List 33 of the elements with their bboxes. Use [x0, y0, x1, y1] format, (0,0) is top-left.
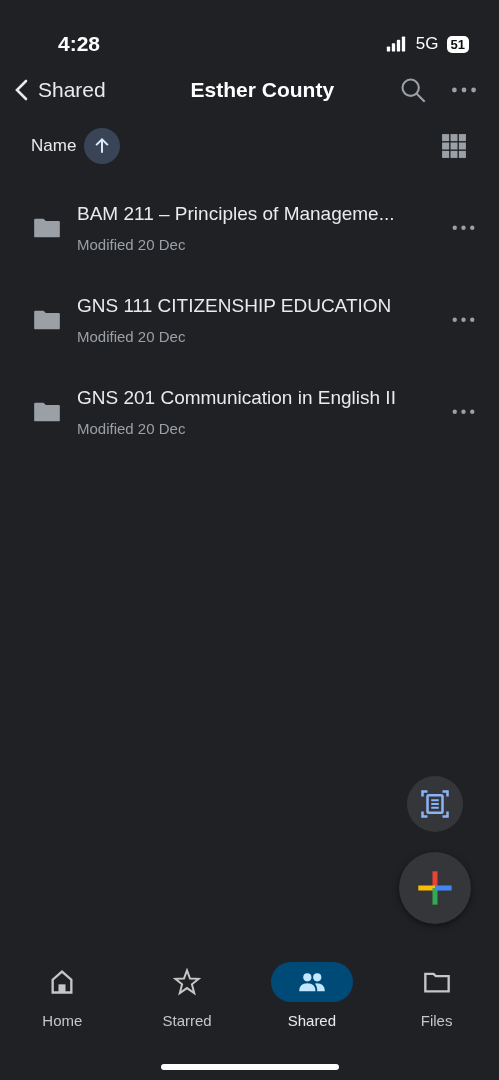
grid-view-button[interactable]	[441, 133, 467, 159]
screen-title: Esther County	[189, 77, 336, 104]
grid-icon	[441, 133, 467, 159]
sort-label: Name	[31, 135, 77, 158]
nav-tab[interactable]: Files	[374, 962, 499, 1052]
file-name[interactable]: BAM 211 – Principles of Manageme...	[77, 199, 444, 228]
scan-icon	[420, 789, 450, 819]
file-name[interactable]: GNS 201 Communication in English II	[77, 383, 444, 412]
more-icon	[452, 317, 475, 323]
modified-date: Modified 20 Dec	[77, 419, 187, 439]
scan-button[interactable]	[407, 776, 463, 832]
sort-direction-button[interactable]	[84, 128, 121, 164]
search-button[interactable]	[399, 76, 427, 104]
plus-icon	[415, 868, 455, 908]
nav-tab[interactable]: Shared	[249, 962, 374, 1052]
more-icon	[452, 225, 475, 231]
file-name[interactable]: GNS 111 CITIZENSHIP EDUCATION	[77, 291, 444, 320]
more-button[interactable]	[452, 317, 475, 323]
battery-level: 51	[446, 35, 469, 53]
status-time: 4:28	[58, 31, 101, 58]
modified-date: Modified 20 Dec	[77, 235, 187, 255]
network-label: 5G	[415, 33, 439, 56]
search-icon	[399, 76, 427, 104]
more-button[interactable]	[452, 409, 475, 415]
nav-tab[interactable]: Starred	[125, 962, 250, 1052]
back-button[interactable]: Shared	[10, 74, 106, 106]
modified-date: Modified 20 Dec	[77, 327, 187, 347]
more-icon	[452, 409, 475, 415]
nav-tab[interactable]: Home	[0, 962, 125, 1052]
more-button[interactable]	[451, 87, 477, 93]
more-button[interactable]	[452, 225, 475, 231]
more-icon	[451, 87, 477, 93]
star-icon	[173, 968, 202, 996]
